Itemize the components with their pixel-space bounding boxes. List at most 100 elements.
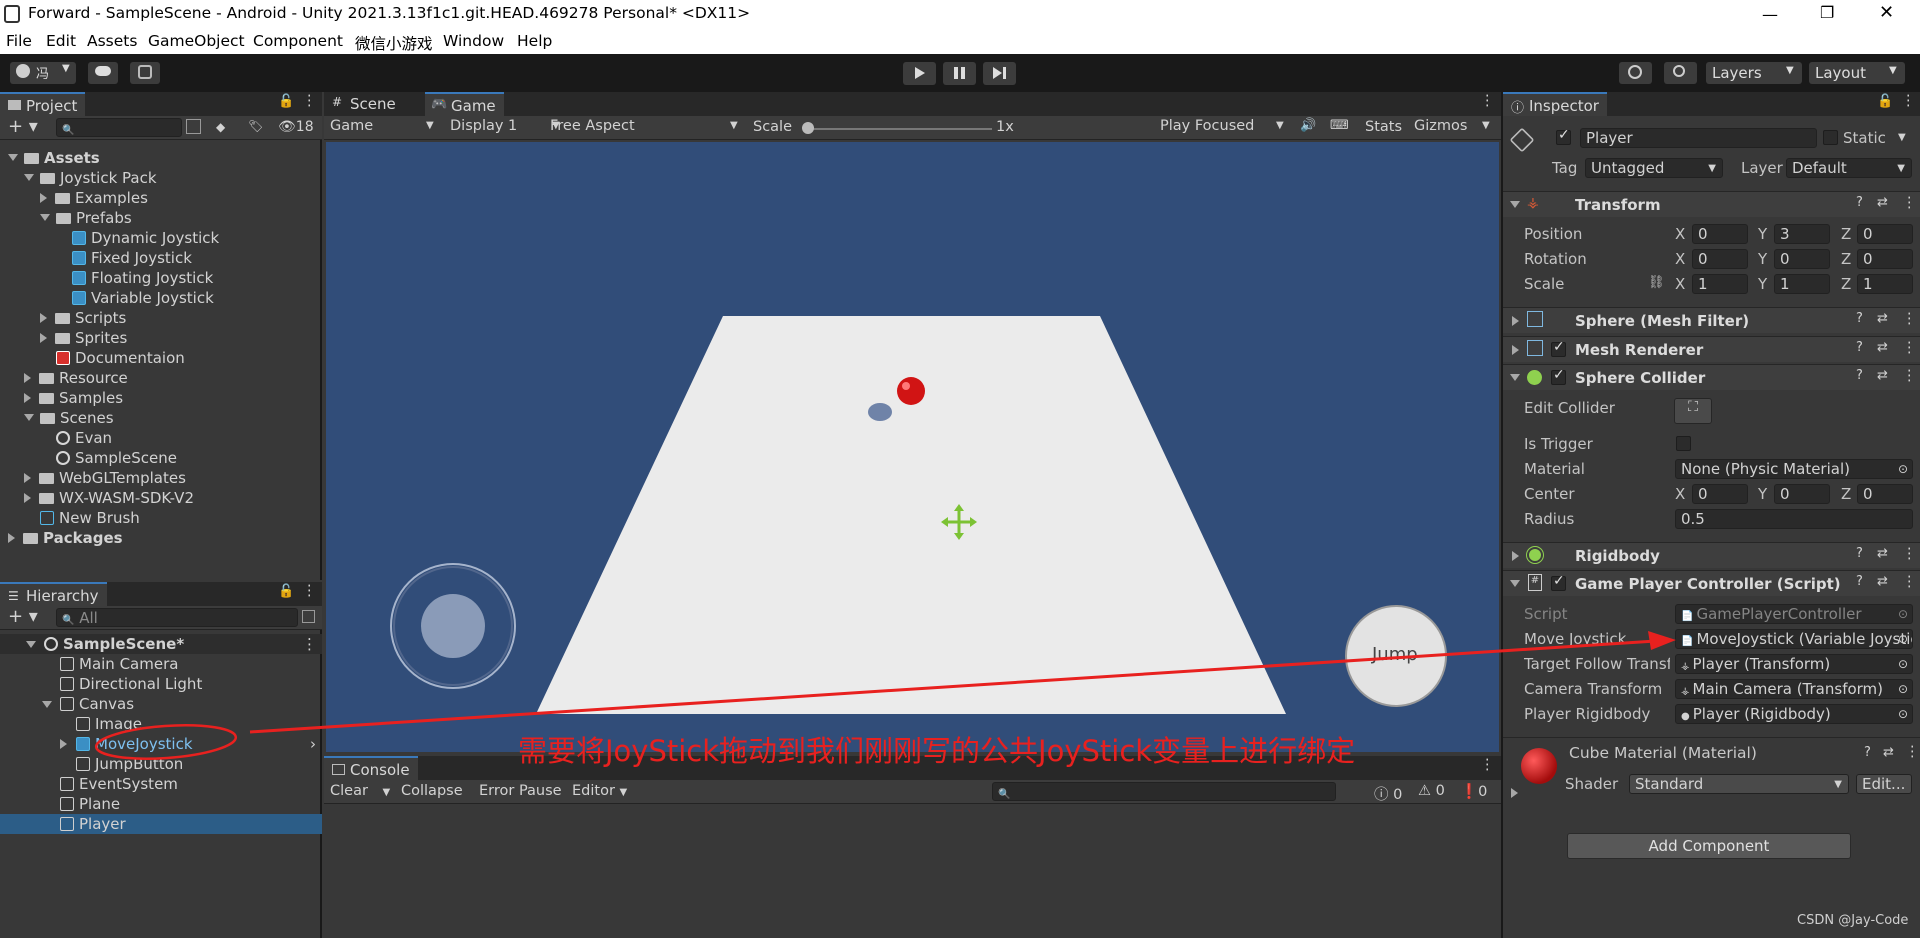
project-item[interactable]: Joystick Pack <box>24 168 157 188</box>
hierarchy-item[interactable]: SampleScene* ⋮ <box>0 634 322 654</box>
error-count[interactable]: ❗0 <box>1460 783 1487 800</box>
radius-field[interactable]: 0.5 <box>1675 509 1913 529</box>
project-item[interactable]: Variable Joystick <box>56 288 214 308</box>
hierarchy-item[interactable]: JumpButton <box>0 754 322 774</box>
center-z-field[interactable]: 0 <box>1857 484 1913 504</box>
add-component-button[interactable]: Add Component <box>1567 833 1851 859</box>
transform-x-field[interactable]: 1 <box>1692 274 1748 294</box>
more-menu-icon[interactable]: ⋮ <box>1902 195 1917 211</box>
preset-icon[interactable]: ⇄ <box>1877 311 1888 326</box>
project-item[interactable]: Scripts <box>40 308 126 328</box>
hierarchy-item[interactable]: Image <box>0 714 322 734</box>
help-icon[interactable]: ? <box>1864 745 1871 760</box>
preset-icon[interactable]: ⇄ <box>1877 368 1888 383</box>
pause-button[interactable] <box>943 62 976 85</box>
collapse-icon[interactable] <box>40 313 47 323</box>
more-menu-icon[interactable]: ⋮ <box>1901 93 1916 109</box>
step-button[interactable] <box>983 62 1016 85</box>
clear-button[interactable]: Clear ▼ <box>330 783 390 799</box>
hierarchy-item[interactable]: Plane <box>0 794 322 814</box>
tab-hierarchy[interactable]: ☰ Hierarchy <box>0 582 107 606</box>
is-trigger-checkbox[interactable] <box>1676 436 1691 451</box>
collab-button[interactable] <box>130 62 160 84</box>
mesh-renderer-component-header[interactable]: Mesh Renderer ? ⇄ ⋮ <box>1503 336 1920 362</box>
tab-scene[interactable]: # Scene <box>324 92 404 116</box>
project-item[interactable]: Assets <box>8 148 100 168</box>
display-mode-dropdown[interactable]: Game ▼ <box>330 118 440 134</box>
collapse-icon[interactable] <box>24 473 31 483</box>
log-count[interactable]: ⓘ 0 <box>1374 783 1402 804</box>
menu-file[interactable]: File <box>6 32 32 50</box>
center-y-field[interactable]: 0 <box>1774 484 1830 504</box>
more-menu-icon[interactable]: ⋮ <box>302 634 317 654</box>
more-menu-icon[interactable]: ⋮ <box>1480 757 1495 773</box>
tag-icon[interactable]: 🏷 <box>248 119 263 133</box>
lock-icon[interactable]: 🔓 <box>278 94 294 109</box>
project-item[interactable]: WebGLTemplates <box>24 468 186 488</box>
project-item[interactable]: SampleScene <box>40 448 177 468</box>
preset-icon[interactable]: ⇄ <box>1877 574 1888 589</box>
shader-dropdown[interactable]: Standard ▼ <box>1629 774 1849 794</box>
menu-help[interactable]: Help <box>517 32 552 50</box>
hierarchy-search-input[interactable]: 🔍 All <box>56 608 298 627</box>
object-picker-icon[interactable]: ⊙ <box>1898 605 1908 623</box>
preset-icon[interactable]: ⇄ <box>1877 195 1888 210</box>
shader-edit-button[interactable]: Edit... <box>1856 774 1912 794</box>
object-picker-icon[interactable]: ⊙ <box>1898 655 1908 673</box>
filter-type-icon[interactable] <box>186 119 201 134</box>
more-menu-icon[interactable]: ⋮ <box>1905 744 1920 760</box>
minimize-icon[interactable]: — <box>1762 5 1778 24</box>
jump-button[interactable]: Jump <box>1372 644 1418 665</box>
layers-dropdown[interactable]: Layers ▼ <box>1706 62 1802 84</box>
script-field-value[interactable]: ⚶ Player (Transform) ⊙ <box>1675 654 1913 674</box>
expand-icon[interactable] <box>8 154 18 161</box>
object-name-input[interactable]: Player <box>1580 128 1817 148</box>
project-item[interactable]: Examples <box>40 188 148 208</box>
chevron-right-icon[interactable]: › <box>310 734 316 754</box>
physic-material-field[interactable]: None (Physic Material) ⊙ <box>1675 459 1913 479</box>
project-item[interactable]: Packages <box>8 528 123 548</box>
gizmos-dropdown[interactable]: Gizmos ▼ <box>1414 118 1500 134</box>
object-picker-icon[interactable]: ⊙ <box>1898 680 1908 698</box>
more-menu-icon[interactable]: ⋮ <box>302 93 317 109</box>
collapse-icon[interactable] <box>40 193 47 203</box>
collapse-icon[interactable] <box>24 393 31 403</box>
project-item[interactable]: Documentaion <box>40 348 185 368</box>
collapse-button[interactable]: Collapse <box>401 783 463 799</box>
collapse-icon[interactable] <box>60 739 67 749</box>
transform-z-field[interactable]: 1 <box>1857 274 1913 294</box>
more-menu-icon[interactable]: ⋮ <box>1902 368 1917 384</box>
layout-dropdown[interactable]: Layout ▼ <box>1809 62 1905 84</box>
menu-window[interactable]: Window <box>443 32 504 50</box>
tab-project[interactable]: Project <box>0 92 86 116</box>
help-icon[interactable]: ? <box>1856 574 1863 589</box>
menu-wechat-minigame[interactable]: 微信小游戏 <box>355 32 433 54</box>
project-item[interactable]: Floating Joystick <box>56 268 213 288</box>
expand-icon[interactable] <box>24 174 34 181</box>
script-field-value[interactable]: ⚶ Main Camera (Transform) ⊙ <box>1675 679 1913 699</box>
hierarchy-item[interactable]: Directional Light <box>0 674 322 694</box>
hierarchy-item[interactable]: Canvas <box>0 694 322 714</box>
collider-enabled-checkbox[interactable] <box>1551 367 1566 385</box>
project-item[interactable]: Samples <box>24 388 123 408</box>
more-menu-icon[interactable]: ⋮ <box>1902 311 1917 327</box>
preset-icon[interactable]: ⇄ <box>1877 546 1888 561</box>
add-icon[interactable]: + ▾ <box>8 116 38 137</box>
lock-icon[interactable]: 🔓 <box>1877 94 1893 109</box>
hierarchy-item-selected[interactable]: Player <box>0 814 322 834</box>
preset-icon[interactable]: ⇄ <box>1883 745 1894 760</box>
aspect-dropdown[interactable]: Free Aspect ▼ <box>550 118 750 134</box>
menu-edit[interactable]: Edit <box>46 32 76 50</box>
scale-slider-track[interactable] <box>808 128 992 130</box>
transform-y-field[interactable]: 0 <box>1774 249 1830 269</box>
project-item[interactable]: Dynamic Joystick <box>56 228 219 248</box>
hierarchy-item[interactable]: MoveJoystick › <box>0 734 322 754</box>
hierarchy-item[interactable]: EventSystem <box>0 774 322 794</box>
layer-dropdown[interactable]: Default ▼ <box>1786 158 1912 178</box>
menu-gameobject[interactable]: GameObject <box>148 32 245 50</box>
static-checkbox[interactable] <box>1823 130 1838 145</box>
collapse-icon[interactable] <box>24 493 31 503</box>
account-button[interactable]: 冯 ▼ <box>10 62 76 84</box>
transform-z-field[interactable]: 0 <box>1857 249 1913 269</box>
preset-icon[interactable]: ⇄ <box>1877 340 1888 355</box>
